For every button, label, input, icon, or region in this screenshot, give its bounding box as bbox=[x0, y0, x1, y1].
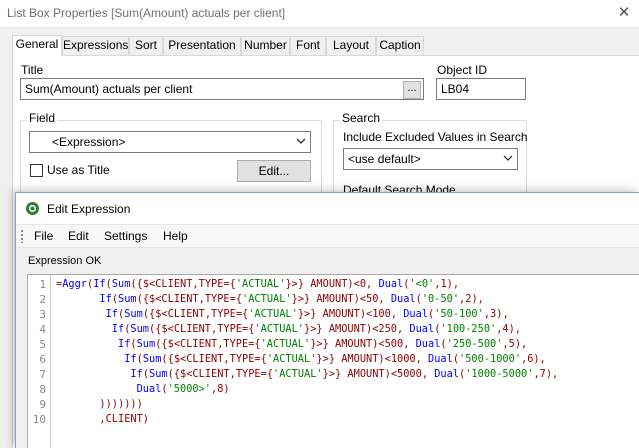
code-line: ,CLIENT) bbox=[56, 413, 149, 425]
code-line: If(Sum({$<CLIENT,TYPE={'ACTUAL'}>} AMOUN… bbox=[130, 368, 559, 380]
chevron-down-icon bbox=[503, 155, 513, 161]
menu-edit[interactable]: Edit bbox=[68, 229, 89, 243]
edit-expression-dialog: Edit Expression File Edit Settings Help … bbox=[15, 192, 639, 448]
expression-editor[interactable]: 1 2 3 4 5 6 7 8 9 10 =Aggr(If(Sum({$<CLI… bbox=[27, 274, 639, 448]
close-icon[interactable]: ✕ bbox=[609, 0, 639, 28]
line-number: 4 bbox=[39, 323, 46, 336]
tab-font[interactable]: Font bbox=[290, 36, 326, 55]
field-select-value: <Expression> bbox=[52, 135, 126, 149]
menu-file[interactable]: File bbox=[34, 229, 53, 243]
include-excluded-value: <use default> bbox=[348, 152, 421, 166]
field-select[interactable]: <Expression> bbox=[29, 131, 311, 153]
code-line: ))))))) bbox=[56, 398, 143, 410]
line-number: 2 bbox=[39, 293, 46, 306]
line-number: 8 bbox=[39, 383, 46, 396]
line-number: 10 bbox=[32, 413, 46, 426]
field-group-label: Field bbox=[27, 111, 58, 125]
include-excluded-label: Include Excluded Values in Search bbox=[343, 130, 528, 144]
menu-help[interactable]: Help bbox=[163, 229, 188, 243]
use-as-title-label: Use as Title bbox=[47, 163, 110, 177]
tab-caption[interactable]: Caption bbox=[376, 36, 424, 55]
search-group-label: Search bbox=[340, 111, 383, 125]
code-line: If(Sum({$<CLIENT,TYPE={'ACTUAL'}>} AMOUN… bbox=[124, 353, 546, 365]
use-as-title-checkbox[interactable] bbox=[30, 164, 43, 177]
code-line: Dual('5000>',8) bbox=[136, 383, 230, 395]
title-label: Title bbox=[21, 63, 44, 77]
menu-bar: File Edit Settings Help bbox=[16, 224, 639, 248]
code-line: =Aggr(If(Sum({$<CLIENT,TYPE={'ACTUAL'}>}… bbox=[56, 278, 460, 290]
line-number: 1 bbox=[39, 278, 46, 291]
qlikview-icon bbox=[26, 202, 39, 215]
line-number: 5 bbox=[39, 338, 46, 351]
object-id-label: Object ID bbox=[437, 63, 488, 77]
code-line: If(Sum({$<CLIENT,TYPE={'ACTUAL'}>} AMOUN… bbox=[111, 323, 522, 335]
code-line: If(Sum({$<CLIENT,TYPE={'ACTUAL'}>} AMOUN… bbox=[99, 293, 484, 305]
line-number: 7 bbox=[39, 368, 46, 381]
include-excluded-select[interactable]: <use default> bbox=[343, 148, 518, 170]
browse-button[interactable]: ... bbox=[403, 81, 421, 99]
menu-settings[interactable]: Settings bbox=[104, 229, 147, 243]
lbp-titlebar: List Box Properties [Sum(Amount) actuals… bbox=[0, 0, 639, 28]
line-number-gutter: 1 2 3 4 5 6 7 8 9 10 bbox=[28, 275, 51, 448]
tab-presentation[interactable]: Presentation bbox=[163, 36, 241, 55]
line-number: 3 bbox=[39, 308, 46, 321]
object-id-input[interactable]: LB04 bbox=[436, 78, 526, 100]
tab-general[interactable]: General bbox=[12, 35, 62, 56]
tab-expressions[interactable]: Expressions bbox=[62, 36, 129, 55]
code-line: If(Sum({$<CLIENT,TYPE={'ACTUAL'}>} AMOUN… bbox=[118, 338, 528, 350]
tab-sort[interactable]: Sort bbox=[129, 36, 163, 55]
title-input[interactable]: Sum(Amount) actuals per client bbox=[20, 78, 424, 100]
ee-titlebar[interactable]: Edit Expression bbox=[16, 193, 639, 224]
tab-layout[interactable]: Layout bbox=[326, 36, 376, 55]
ee-window-title: Edit Expression bbox=[47, 202, 131, 216]
tab-number[interactable]: Number bbox=[241, 36, 290, 55]
edit-button[interactable]: Edit... bbox=[237, 160, 311, 182]
expression-status: Expression OK bbox=[28, 255, 102, 267]
line-number: 9 bbox=[39, 398, 46, 411]
chevron-down-icon bbox=[296, 138, 306, 144]
lbp-window-title: List Box Properties [Sum(Amount) actuals… bbox=[7, 6, 286, 20]
toolbar-grip-icon[interactable] bbox=[21, 230, 24, 243]
code-line: If(Sum({$<CLIENT,TYPE={'ACTUAL'}>} AMOUN… bbox=[105, 308, 509, 320]
line-number: 6 bbox=[39, 353, 46, 366]
